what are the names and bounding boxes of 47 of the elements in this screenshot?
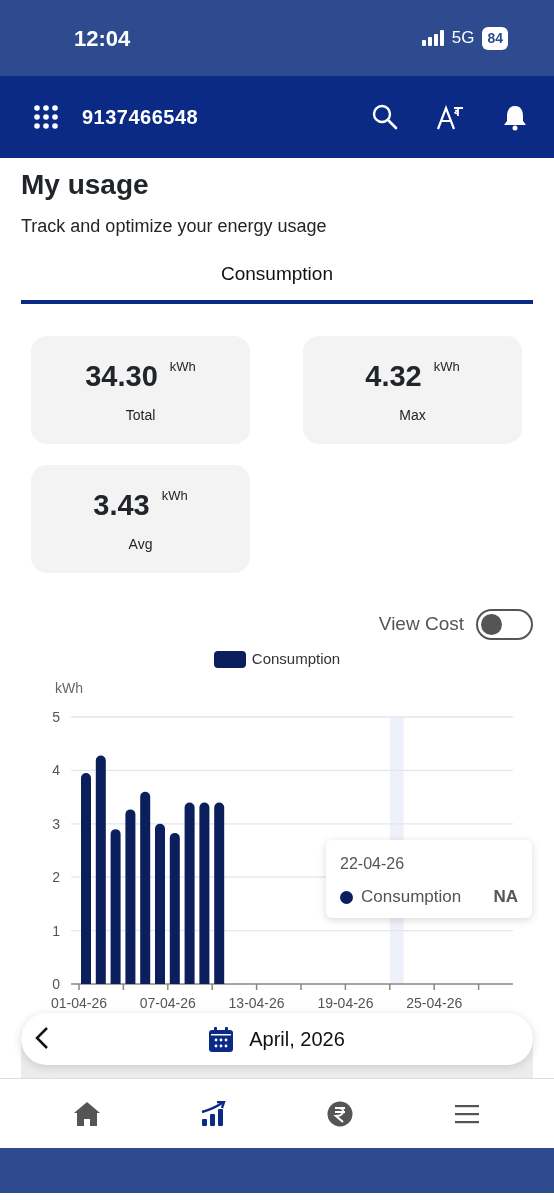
calendar-icon[interactable] xyxy=(209,1026,234,1052)
status-time: 12:04 xyxy=(74,24,131,53)
x-tick-label: 07-04-26 xyxy=(139,995,196,1012)
signal-icon xyxy=(421,30,444,46)
stat-label: Max xyxy=(399,405,426,425)
y-tick-label: 5 xyxy=(52,709,60,726)
x-tick-label: 01-04-26 xyxy=(51,995,107,1012)
apps-grid-icon[interactable] xyxy=(34,105,58,129)
month-label: April, 2026 xyxy=(249,1027,345,1053)
stat-label: Avg xyxy=(128,534,153,554)
page-subtitle: Track and optimize your energy usage xyxy=(21,214,328,238)
consumption-tab[interactable]: Consumption xyxy=(21,259,533,305)
legend-label: Consumption xyxy=(251,649,341,670)
notification-bell-icon[interactable] xyxy=(502,103,528,131)
battery-indicator: 84 xyxy=(482,26,508,50)
tooltip-date: 22-04-26 xyxy=(340,854,406,875)
view-cost-label: View Cost xyxy=(378,612,464,637)
rupee-icon[interactable] xyxy=(327,1100,354,1127)
tooltip-series: Consumption xyxy=(361,886,462,909)
axis-title: kWh xyxy=(55,680,83,697)
x-tick-label: 19-04-26 xyxy=(317,995,374,1012)
search-icon[interactable] xyxy=(372,104,398,130)
page-title: My usage xyxy=(21,170,150,201)
language-icon[interactable] xyxy=(436,104,464,130)
stat-unit: kWh xyxy=(161,487,188,506)
stat-value: 3.43 xyxy=(93,488,150,524)
y-tick-label: 3 xyxy=(52,816,60,833)
view-cost-toggle[interactable] xyxy=(476,608,533,640)
stat-value: 4.32 xyxy=(365,359,422,395)
y-tick-label: 2 xyxy=(52,869,60,886)
stat-value: 34.30 xyxy=(85,359,158,395)
stat-label: Total xyxy=(125,405,156,425)
stat-unit: kWh xyxy=(433,358,460,377)
stat-unit: kWh xyxy=(169,358,196,377)
account-number: 9137466548 xyxy=(82,105,199,130)
x-tick-label: 25-04-26 xyxy=(406,995,463,1012)
y-tick-label: 0 xyxy=(52,976,60,993)
bar-chart-trend-icon[interactable] xyxy=(200,1100,227,1127)
tooltip-value: NA xyxy=(493,886,518,909)
network-label: 5G xyxy=(451,27,475,50)
back-chevron-icon[interactable] xyxy=(35,1026,49,1051)
x-tick-label: 13-04-26 xyxy=(228,995,285,1012)
legend-swatch xyxy=(213,650,246,668)
y-tick-label: 1 xyxy=(52,922,60,939)
series-dot xyxy=(340,890,353,904)
y-tick-label: 4 xyxy=(52,762,60,779)
home-icon[interactable] xyxy=(74,1100,101,1127)
